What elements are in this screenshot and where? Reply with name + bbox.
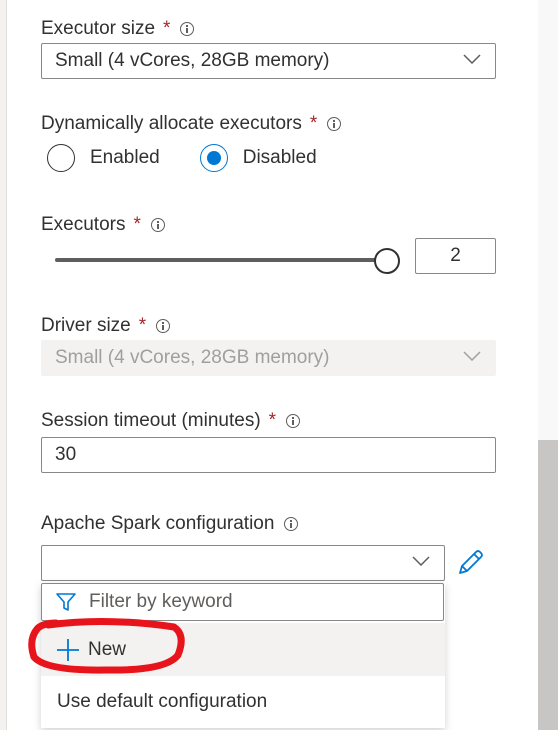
info-icon[interactable] <box>150 218 165 232</box>
info-icon[interactable] <box>156 319 171 333</box>
spark-config-menu: Filter by keyword New Use default config… <box>41 583 445 728</box>
executors-slider-track[interactable] <box>55 258 387 262</box>
menu-item-default-label: Use default configuration <box>57 690 268 712</box>
executor-size-value: Small (4 vCores, 28GB memory) <box>55 50 330 71</box>
required-marker: * <box>138 315 147 336</box>
chevron-down-icon <box>463 54 481 64</box>
executor-size-label: Executor size * <box>41 18 195 40</box>
required-marker: * <box>268 410 277 431</box>
session-timeout-label: Session timeout (minutes) * <box>41 410 301 432</box>
chevron-down-icon <box>412 556 430 566</box>
panel-edge <box>0 0 7 730</box>
radio-enabled[interactable] <box>47 144 75 172</box>
driver-size-value: Small (4 vCores, 28GB memory) <box>55 347 330 368</box>
scrollbar-thumb[interactable] <box>538 440 558 730</box>
info-icon[interactable] <box>284 517 299 531</box>
filter-placeholder: Filter by keyword <box>89 591 233 612</box>
info-icon[interactable] <box>286 414 301 428</box>
menu-item-new-label: New <box>88 638 127 660</box>
filter-icon <box>56 593 76 611</box>
driver-size-dropdown: Small (4 vCores, 28GB memory) <box>41 340 496 376</box>
plus-icon <box>57 638 79 661</box>
filter-input[interactable]: Filter by keyword <box>41 583 444 621</box>
pencil-icon[interactable] <box>456 547 486 577</box>
menu-item-new[interactable]: New <box>41 623 445 676</box>
executors-slider-thumb[interactable] <box>374 248 400 274</box>
radio-enabled-label[interactable]: Enabled <box>90 147 160 169</box>
executors-label: Executors * <box>41 214 165 236</box>
chevron-down-icon <box>463 351 481 361</box>
dynamic-allocation-label: Dynamically allocate executors * <box>41 113 342 135</box>
session-timeout-input[interactable]: 30 <box>41 437 496 473</box>
radio-disabled[interactable] <box>199 144 228 172</box>
required-marker: * <box>133 214 141 235</box>
executors-count-input[interactable]: 2 <box>415 238 496 274</box>
info-icon[interactable] <box>327 117 342 131</box>
executor-size-dropdown[interactable]: Small (4 vCores, 28GB memory) <box>41 43 496 79</box>
info-icon[interactable] <box>180 22 195 36</box>
menu-item-use-default[interactable]: Use default configuration <box>41 676 445 727</box>
radio-disabled-label[interactable]: Disabled <box>243 147 317 169</box>
scrollbar-track[interactable] <box>538 0 558 730</box>
spark-config-label: Apache Spark configuration <box>41 513 299 535</box>
driver-size-label: Driver size * <box>41 315 171 337</box>
dynamic-allocation-radio-group: Enabled Disabled <box>47 144 357 172</box>
required-marker: * <box>163 18 171 39</box>
required-marker: * <box>309 113 318 134</box>
spark-config-dropdown[interactable] <box>41 545 445 581</box>
